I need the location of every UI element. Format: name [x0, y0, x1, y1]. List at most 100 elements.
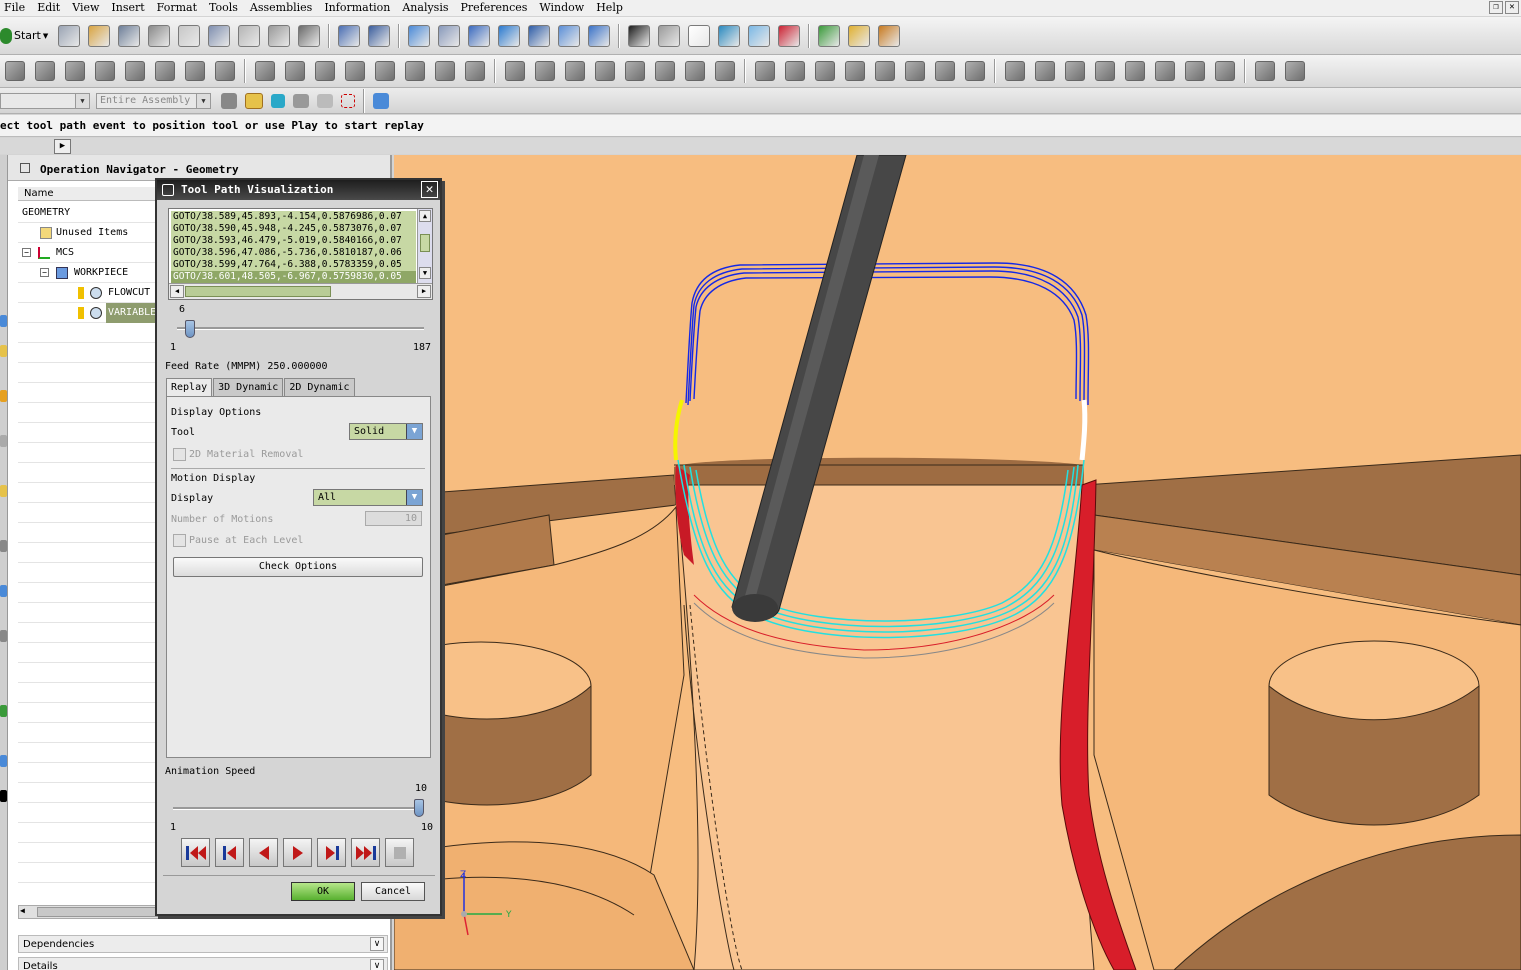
close-window-button[interactable]: ✕: [1505, 1, 1519, 14]
tab-3d-dynamic[interactable]: 3D Dynamic: [213, 378, 284, 396]
modeling-tool-icon[interactable]: [345, 61, 365, 81]
motion-slider-track[interactable]: [177, 327, 424, 330]
snap-point-icon[interactable]: [748, 24, 771, 47]
play-reverse-button[interactable]: [249, 838, 278, 867]
view-icon[interactable]: [558, 24, 581, 47]
tool-display-select[interactable]: Solid ▼: [349, 423, 423, 440]
modeling-tool-icon[interactable]: [715, 61, 735, 81]
resource-tab-icon[interactable]: [0, 540, 7, 552]
select-icon[interactable]: [818, 24, 841, 47]
menu-format[interactable]: Format: [151, 0, 203, 16]
delete-icon[interactable]: [268, 24, 291, 47]
rotate-icon[interactable]: [528, 24, 551, 47]
ok-button[interactable]: OK: [291, 882, 355, 901]
cut-icon[interactable]: [178, 24, 201, 47]
modeling-tool-icon[interactable]: [315, 61, 335, 81]
modeling-tool-icon[interactable]: [35, 61, 55, 81]
paste-icon[interactable]: [238, 24, 261, 47]
copy-icon[interactable]: [208, 24, 231, 47]
tab-2d-dynamic[interactable]: 2D Dynamic: [284, 378, 355, 396]
modeling-tool-icon[interactable]: [215, 61, 235, 81]
scrollbar-thumb[interactable]: [185, 286, 331, 297]
resource-tab-icon[interactable]: [0, 585, 7, 597]
menu-analysis[interactable]: Analysis: [396, 0, 454, 16]
snap-icon[interactable]: [245, 92, 263, 109]
modeling-tool-icon[interactable]: [535, 61, 555, 81]
scroll-left-icon[interactable]: ◀: [20, 906, 25, 915]
restore-window-button[interactable]: ❐: [1489, 1, 1503, 14]
modeling-tool-icon[interactable]: [125, 61, 145, 81]
menu-window[interactable]: Window: [533, 0, 590, 16]
resource-tab-icon[interactable]: [0, 315, 7, 327]
resource-tab-icon[interactable]: [0, 435, 7, 447]
modeling-tool-icon[interactable]: [785, 61, 805, 81]
menu-help[interactable]: Help: [590, 0, 629, 16]
scroll-right-icon[interactable]: ▶: [417, 285, 431, 298]
motion-display-select[interactable]: All ▼: [313, 489, 423, 506]
step-back-button[interactable]: [215, 838, 244, 867]
scroll-down-icon[interactable]: ▼: [419, 267, 431, 279]
chevron-down-icon[interactable]: ∨: [370, 959, 384, 970]
menu-assemblies[interactable]: Assemblies: [244, 0, 318, 16]
modeling-tool-icon[interactable]: [965, 61, 985, 81]
check-options-button[interactable]: Check Options: [173, 557, 423, 577]
background-icon[interactable]: [688, 24, 711, 47]
modeling-tool-icon[interactable]: [845, 61, 865, 81]
details-panel[interactable]: Details ∨: [18, 957, 388, 970]
modeling-tool-icon[interactable]: [1035, 61, 1055, 81]
goto-horizontal-scrollbar[interactable]: ◀ ▶: [169, 283, 432, 299]
goto-line[interactable]: GOTO/38.599,47.764,-6.388,0.5783359,0.05: [171, 259, 416, 271]
scroll-up-icon[interactable]: ▲: [419, 210, 431, 222]
modeling-tool-icon[interactable]: [65, 61, 85, 81]
modeling-tool-icon[interactable]: [1065, 61, 1085, 81]
play-forward-button[interactable]: [283, 838, 312, 867]
modeling-tool-icon[interactable]: [875, 61, 895, 81]
component-icon[interactable]: [293, 93, 309, 108]
orient-view-icon[interactable]: [588, 24, 611, 47]
menu-information[interactable]: Information: [318, 0, 396, 16]
chevron-down-icon[interactable]: ∨: [370, 937, 384, 951]
modeling-tool-icon[interactable]: [285, 61, 305, 81]
material-removal-checkbox[interactable]: [173, 448, 186, 461]
fast-forward-button[interactable]: [351, 838, 380, 867]
zoom-icon[interactable]: [468, 24, 491, 47]
render-style-icon[interactable]: [628, 24, 651, 47]
rectangle-select-icon[interactable]: [341, 93, 355, 108]
dependencies-panel[interactable]: Dependencies ∨: [18, 935, 388, 953]
step-forward-button[interactable]: [317, 838, 346, 867]
modeling-tool-icon[interactable]: [1215, 61, 1235, 81]
modeling-tool-icon[interactable]: [905, 61, 925, 81]
arrow-icon[interactable]: [271, 93, 285, 108]
pause-each-level-checkbox[interactable]: [173, 534, 186, 547]
selection-scope-combo[interactable]: Entire Assembly ▼: [96, 92, 211, 109]
resource-tab-icon[interactable]: [0, 630, 7, 642]
number-of-motions-field[interactable]: 10: [365, 511, 422, 526]
modeling-tool-icon[interactable]: [405, 61, 425, 81]
modeling-tool-icon[interactable]: [155, 61, 175, 81]
filter-icon[interactable]: [221, 92, 237, 109]
type-filter-combo[interactable]: ▼: [0, 92, 90, 109]
start-button[interactable]: Start ▼: [0, 27, 48, 44]
print-icon[interactable]: [148, 24, 171, 47]
open-icon[interactable]: [88, 24, 111, 47]
goto-listing[interactable]: GOTO/38.589,45.893,-4.154,0.5876986,0.07…: [168, 208, 433, 300]
undo-icon[interactable]: [298, 24, 321, 47]
expand-arrow-button[interactable]: ▶: [54, 139, 71, 154]
edit-object-icon[interactable]: [368, 24, 391, 47]
modeling-tool-icon[interactable]: [185, 61, 205, 81]
collapse-icon[interactable]: −: [40, 268, 49, 277]
modeling-tool-icon[interactable]: [1095, 61, 1115, 81]
modeling-tool-icon[interactable]: [685, 61, 705, 81]
modeling-tool-icon[interactable]: [655, 61, 675, 81]
scrollbar-thumb[interactable]: [420, 234, 430, 252]
modeling-tool-icon[interactable]: [5, 61, 25, 81]
modeling-tool-icon[interactable]: [935, 61, 955, 81]
close-icon[interactable]: ✕: [421, 181, 438, 198]
menu-view[interactable]: View: [66, 0, 105, 16]
measure-icon[interactable]: [848, 24, 871, 47]
resource-tab-icon[interactable]: [0, 390, 7, 402]
tab-replay[interactable]: Replay: [166, 378, 213, 397]
shaded-icon[interactable]: [658, 24, 681, 47]
menu-preferences[interactable]: Preferences: [455, 0, 534, 16]
stop-button[interactable]: [385, 838, 414, 867]
